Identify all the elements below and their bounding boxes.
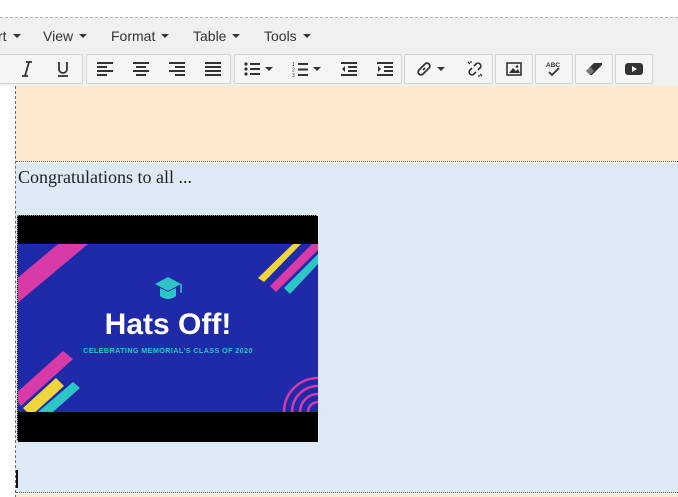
unlink-button[interactable] [457, 55, 493, 83]
align-center-button[interactable] [123, 55, 159, 83]
toolbar-group-clear [575, 54, 613, 84]
indent-button[interactable] [367, 55, 403, 83]
image-icon [506, 62, 522, 76]
numbered-list-button[interactable]: 1 2 3 [285, 55, 327, 83]
chevron-down-icon [12, 34, 21, 38]
menu-view[interactable]: View [43, 27, 88, 45]
align-right-button[interactable] [159, 55, 195, 83]
clear-formatting-button[interactable] [576, 55, 612, 83]
menu-table-label: Table [193, 28, 227, 44]
congratulations-text: Congratulations to all ... [18, 167, 192, 187]
spellcheck-button[interactable]: ABC [536, 55, 572, 83]
banner-subtitle: CELEBRATING MEMORIAL'S CLASS OF 2020 [83, 346, 253, 355]
toolbar-group-lists: 1 2 3 [234, 54, 402, 84]
image-button[interactable] [496, 55, 532, 83]
chevron-down-icon [312, 67, 321, 71]
embedded-video[interactable]: Hats Off! CELEBRATING MEMORIAL'S CLASS O… [17, 215, 318, 442]
underline-button[interactable] [45, 55, 81, 83]
align-justify-icon [205, 62, 221, 76]
toolbar-group-media [615, 54, 653, 84]
blue-section: Congratulations to all ... Hats Off! CEL… [16, 163, 678, 493]
toolbar-group-link [404, 54, 493, 84]
outdent-icon [341, 62, 357, 76]
toolbar-group-format [0, 54, 83, 84]
indent-icon [377, 62, 393, 76]
underline-icon [58, 62, 68, 77]
peach-section [16, 86, 678, 162]
numbered-list-icon: 1 2 3 [292, 62, 308, 77]
top-strip [0, 0, 678, 17]
menu-insert-label: rt [0, 28, 7, 44]
menu-insert[interactable]: rt [0, 27, 21, 45]
menu-format-label: Format [111, 28, 156, 44]
svg-text:3: 3 [292, 73, 295, 77]
outdent-button[interactable] [331, 55, 367, 83]
spellcheck-icon: ABC [546, 62, 560, 77]
align-justify-button[interactable] [195, 55, 231, 83]
text-cursor [16, 470, 18, 488]
youtube-button[interactable] [616, 55, 652, 83]
unlink-icon [467, 61, 483, 77]
banner-title: Hats Off! [105, 308, 232, 341]
hats-off-banner-image: Hats Off! CELEBRATING MEMORIAL'S CLASS O… [18, 216, 318, 442]
link-button[interactable] [407, 55, 453, 83]
eraser-icon [586, 63, 602, 75]
chevron-down-icon [302, 34, 311, 38]
menu-tools[interactable]: Tools [264, 27, 311, 45]
toolbar-group-image [495, 54, 533, 84]
bullet-list-button[interactable] [237, 55, 279, 83]
editor-content[interactable]: Congratulations to all ... Hats Off! CEL… [0, 86, 678, 497]
toolbar: 1 2 3 ABC [0, 53, 678, 85]
menu-tools-label: Tools [264, 28, 297, 44]
menu-view-label: View [43, 28, 74, 44]
chevron-down-icon [264, 67, 273, 71]
youtube-icon [625, 63, 643, 75]
align-left-icon [97, 62, 113, 76]
menu-table[interactable]: Table [193, 27, 241, 45]
align-right-icon [169, 62, 185, 76]
align-center-icon [133, 62, 149, 76]
italic-icon [22, 61, 32, 77]
menu-format[interactable]: Format [111, 27, 170, 45]
chevron-down-icon [232, 34, 241, 38]
toolbar-group-spellcheck: ABC [535, 54, 573, 84]
align-left-button[interactable] [87, 55, 123, 83]
bullet-list-icon [243, 62, 260, 76]
chevron-down-icon [161, 34, 170, 38]
menubar: rt View Format Table Tools [0, 18, 678, 52]
link-icon [416, 62, 431, 76]
chevron-down-icon [79, 34, 88, 38]
chevron-down-icon [436, 67, 445, 71]
italic-button[interactable] [9, 55, 45, 83]
toolbar-group-align [86, 54, 231, 84]
rich-text-editor: rt View Format Table Tools 1 2 3 ABC Con… [0, 17, 678, 497]
